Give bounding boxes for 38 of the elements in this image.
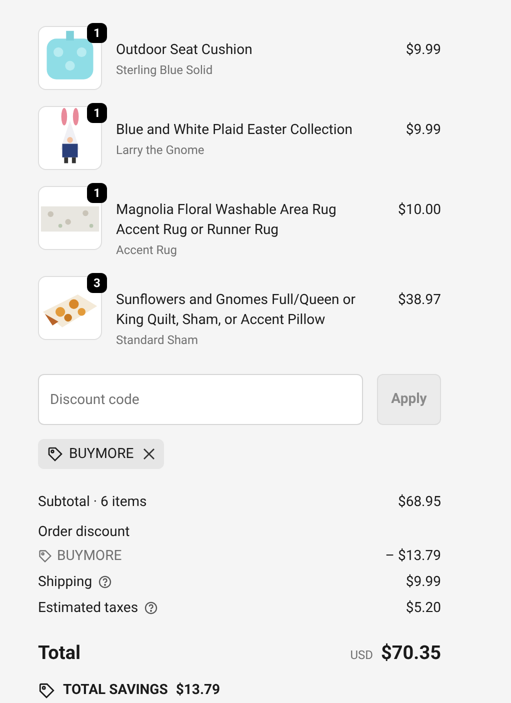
discount-code: BUYMORE: [57, 546, 122, 566]
total-label: Total: [38, 640, 81, 666]
product-name: Blue and White Plaid Easter Collection: [116, 121, 354, 140]
product-price: $10.00: [396, 201, 441, 220]
product-price: $9.99: [404, 41, 441, 60]
product-variant: Standard Sham: [116, 332, 199, 349]
savings-value: $13.79: [176, 680, 220, 700]
help-icon[interactable]: [144, 601, 158, 615]
product-name: Magnolia Floral Washable Area Rug Accent Rug or Runner Rug: [116, 201, 338, 240]
summary-label: Subtotal · 6 items: [38, 492, 147, 512]
product-name: Outdoor Seat Cushion: [116, 41, 254, 60]
summary-value: $9.99: [406, 572, 441, 592]
tag-icon: [38, 682, 55, 698]
product-variant: Accent Rug: [116, 242, 178, 259]
product-name: Sunflowers and Gnomes Full/Queen or King Quilt, Sham, or Accent Pillow: [116, 291, 356, 330]
help-icon[interactable]: [98, 575, 112, 589]
quantity-badge: 3: [87, 273, 107, 293]
product-variant: Larry the Gnome: [116, 142, 206, 159]
summary-label: Order discount: [38, 523, 130, 542]
discount-amount: – $13.79: [385, 546, 441, 566]
product-price: $9.99: [404, 121, 441, 140]
summary-label: Shipping: [38, 572, 92, 592]
quantity-badge: 1: [87, 103, 107, 123]
tag-icon: [38, 549, 52, 563]
quantity-badge: 1: [87, 183, 107, 203]
product-variant: Sterling Blue Solid: [116, 62, 214, 79]
summary-value: $68.95: [398, 492, 441, 512]
quantity-badge: 1: [87, 23, 107, 43]
discount-code-field[interactable]: Discount code: [38, 374, 363, 425]
summary-value: $5.20: [406, 598, 441, 618]
currency-code: USD: [350, 647, 373, 664]
savings-label: TOTAL SAVINGS: [63, 680, 168, 700]
close-icon[interactable]: [142, 448, 155, 460]
discount-code: BUYMORE: [69, 444, 134, 464]
tag-icon: [47, 446, 63, 462]
product-price: $38.97: [396, 291, 441, 310]
summary-label: Estimated taxes: [38, 598, 138, 618]
total-value: $70.35: [380, 640, 441, 666]
